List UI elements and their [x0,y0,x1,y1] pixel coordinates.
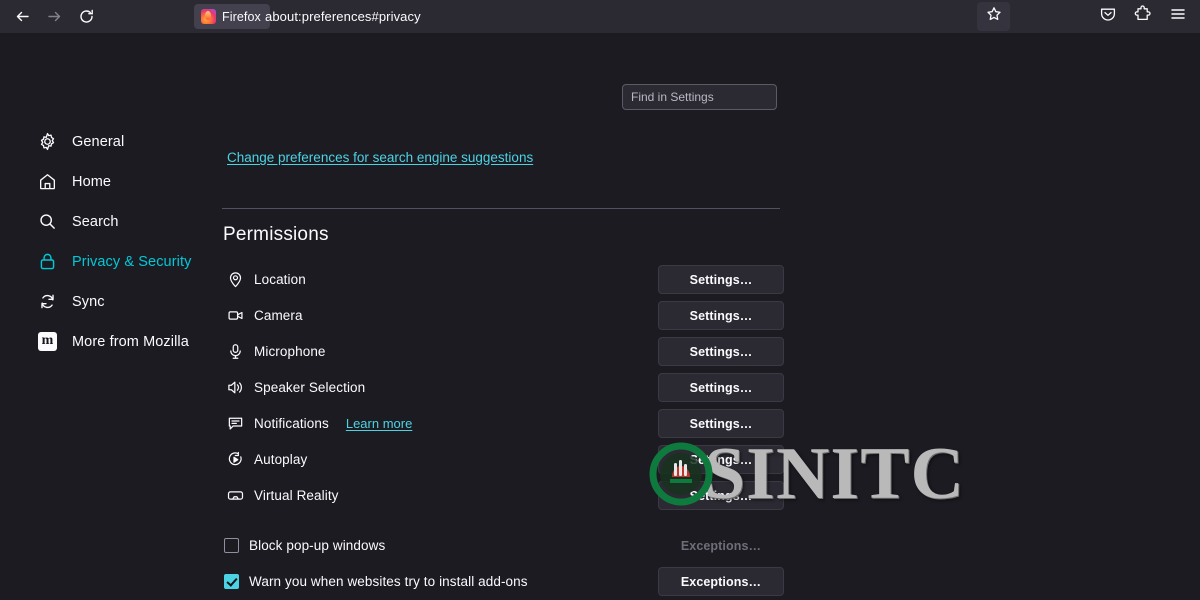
block-popups-checkbox[interactable] [224,537,239,553]
speaker-icon [224,376,246,398]
permission-label: Microphone [254,343,326,359]
block-popups-exceptions-button[interactable]: Exceptions… [658,531,784,560]
notification-bubble-icon [224,412,246,434]
camera-settings-button[interactable]: Settings… [658,301,784,330]
autoplay-icon [224,448,246,470]
permission-row-microphone: Microphone Settings… [224,333,784,369]
page-title: Permissions [223,224,329,245]
permission-row-autoplay: Autoplay Settings… [224,441,784,477]
lock-icon [37,251,58,272]
search-settings-container [622,84,777,110]
warn-addon-install-exceptions-button[interactable]: Exceptions… [658,567,784,596]
permission-row-notifications: Notifications Learn more Settings… [224,405,784,441]
forward-button[interactable] [39,3,69,31]
extensions-button[interactable] [1129,3,1157,31]
sidebar-item-label: Sync [72,293,105,310]
url-text: about:preferences#privacy [265,9,421,24]
bookmark-button[interactable] [977,2,1010,31]
speaker-settings-button[interactable]: Settings… [658,373,784,402]
navigation-buttons [0,3,101,31]
sidebar-item-label: Privacy & Security [72,253,192,270]
permission-row-location: Location Settings… [224,261,784,297]
checkbox-label: Warn you when websites try to install ad… [249,573,528,589]
checkbox-row-warn-addon-install: Warn you when websites try to install ad… [224,563,784,599]
sidebar-item-sync[interactable]: Sync [0,288,215,315]
camera-icon [224,304,246,326]
sync-icon [37,291,58,312]
sidebar-item-general[interactable]: General [0,128,215,155]
permission-row-camera: Camera Settings… [224,297,784,333]
permission-label: Autoplay [254,451,308,467]
sidebar-item-label: Search [72,213,119,230]
settings-sidebar: General Home Search Privacy & Security S… [0,128,215,368]
location-settings-button[interactable]: Settings… [658,265,784,294]
back-arrow-icon [14,8,31,25]
sidebar-item-more-from-mozilla[interactable]: m More from Mozilla [0,328,215,355]
star-icon [986,6,1002,27]
address-bar[interactable]: about:preferences#privacy [265,0,421,33]
virtual-reality-settings-button[interactable]: Settings… [658,481,784,510]
location-pin-icon [224,268,246,290]
autoplay-settings-button[interactable]: Settings… [658,445,784,474]
permissions-list: Location Settings… Camera Settings… Micr… [224,261,784,513]
mozilla-icon: m [37,331,58,352]
firefox-favicon-icon [201,9,216,24]
microphone-icon [224,340,246,362]
sidebar-item-label: More from Mozilla [72,333,189,350]
permission-label: Virtual Reality [254,487,339,503]
forward-arrow-icon [46,8,63,25]
permission-label: Notifications [254,415,329,431]
tab-strip: Firefox [194,4,270,29]
section-divider [222,208,780,209]
pocket-button[interactable] [1094,3,1122,31]
browser-toolbar: Firefox about:preferences#privacy [0,0,1200,33]
permission-checkbox-list: Block pop-up windows Exceptions… Warn yo… [224,527,784,599]
microphone-settings-button[interactable]: Settings… [658,337,784,366]
browser-tab[interactable]: Firefox [194,4,270,29]
sidebar-item-label: Home [72,173,112,190]
sidebar-item-search[interactable]: Search [0,208,215,235]
toolbar-right-buttons [1094,0,1192,33]
home-icon [37,171,58,192]
permission-label: Speaker Selection [254,379,366,395]
extensions-icon [1134,5,1152,28]
tab-label: Firefox [222,9,261,24]
sidebar-item-privacy-security[interactable]: Privacy & Security [0,248,215,275]
vr-headset-icon [224,484,246,506]
checkbox-label: Block pop-up windows [249,537,386,553]
search-input[interactable] [622,84,777,110]
permission-label: Camera [254,307,303,323]
sidebar-item-home[interactable]: Home [0,168,215,195]
hamburger-menu-icon [1169,5,1187,28]
change-search-preferences-link[interactable]: Change preferences for search engine sug… [227,150,533,165]
back-button[interactable] [7,3,37,31]
permission-label: Location [254,271,306,287]
pocket-icon [1099,5,1117,28]
reload-button[interactable] [71,3,101,31]
notifications-settings-button[interactable]: Settings… [658,409,784,438]
permission-row-speaker-selection: Speaker Selection Settings… [224,369,784,405]
warn-addon-install-checkbox[interactable] [224,573,239,589]
preferences-page: General Home Search [0,33,1200,600]
search-icon [37,211,58,232]
notifications-learn-more-link[interactable]: Learn more [346,416,412,431]
gear-icon [37,131,58,152]
app-menu-button[interactable] [1164,3,1192,31]
checkbox-row-block-popups: Block pop-up windows Exceptions… [224,527,784,563]
reload-icon [78,8,95,25]
permission-row-virtual-reality: Virtual Reality Settings… [224,477,784,513]
sidebar-item-label: General [72,133,125,150]
